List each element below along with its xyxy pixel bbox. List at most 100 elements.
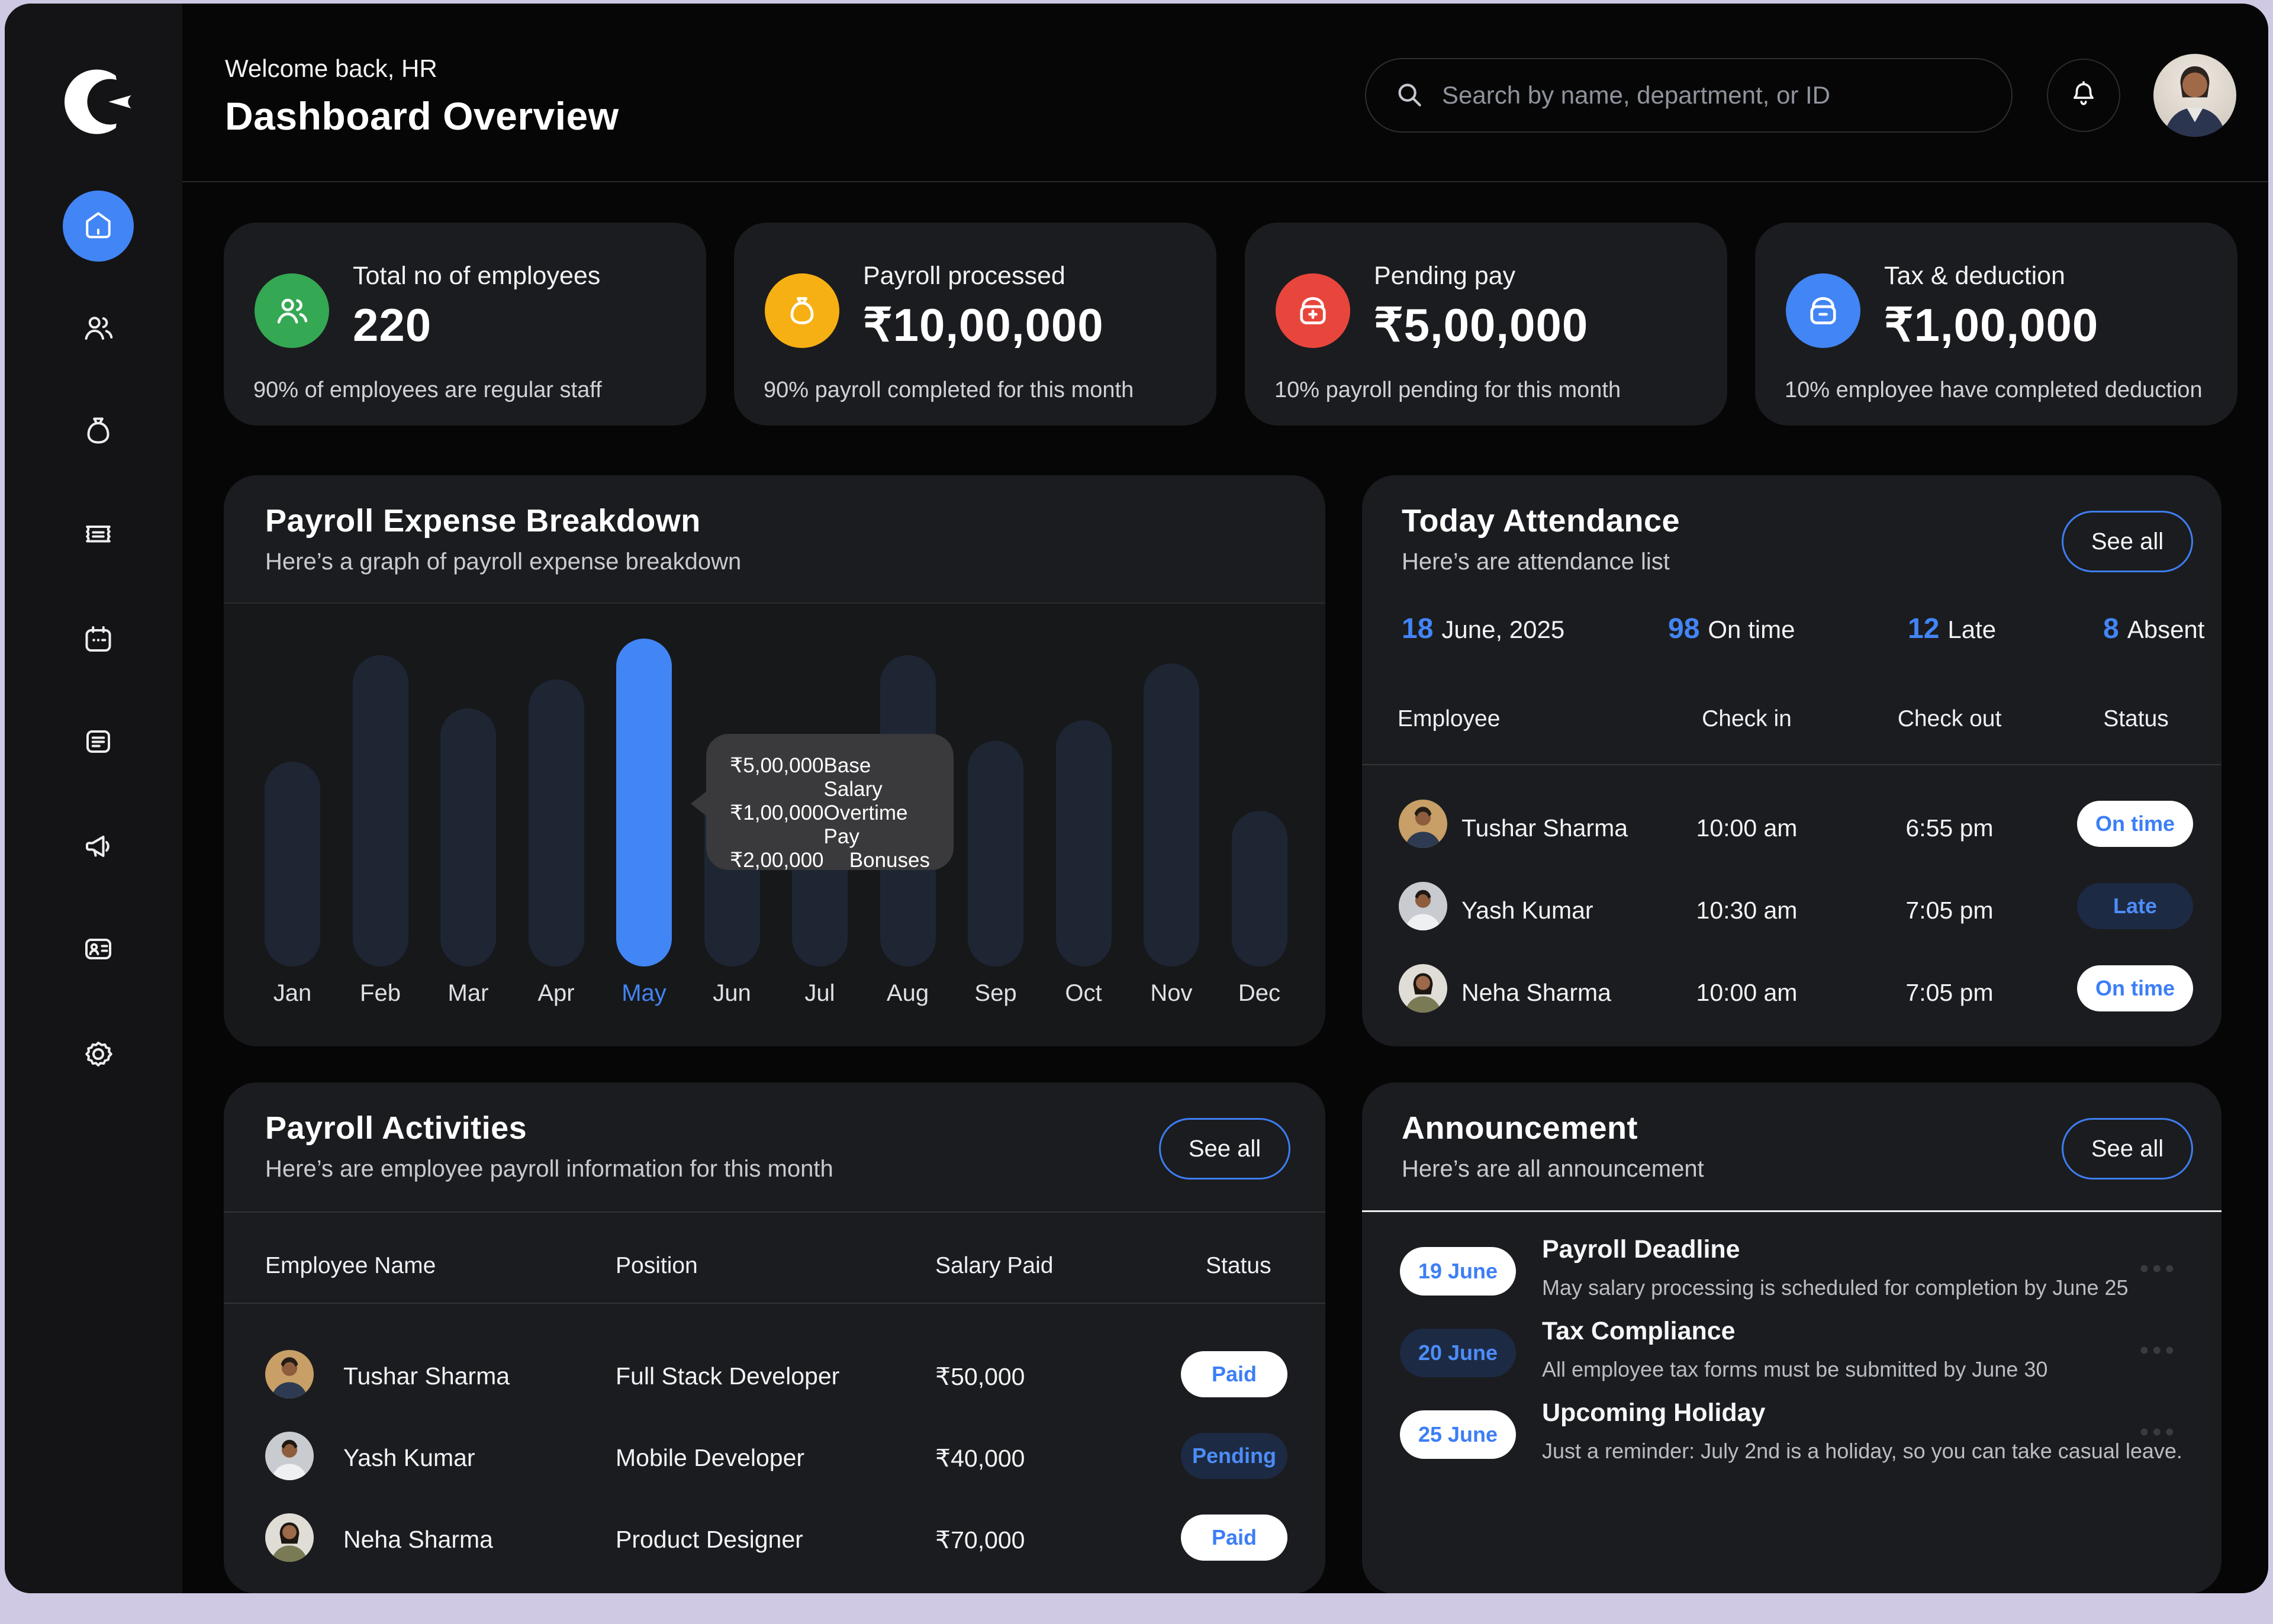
column-header: Salary Paid	[935, 1253, 1053, 1279]
sidebar-item-settings[interactable]	[63, 1020, 134, 1091]
employee-name: Yash Kumar	[343, 1444, 475, 1472]
stat-caption: 90% payroll completed for this month	[764, 378, 1134, 403]
stat-card-tax-deduction: Tax & deduction ₹1,00,000 10% employee h…	[1755, 223, 2237, 426]
announcement-item[interactable]: 25 June Upcoming Holiday Just a reminder…	[1400, 1394, 2184, 1470]
today-attendance-card: Today Attendance Here’s are attendance l…	[1362, 475, 2222, 1046]
column-header: Check in	[1694, 706, 1800, 732]
stat-title: Total no of employees	[353, 262, 600, 291]
section-title: Today Attendance	[1402, 502, 1680, 539]
announcement-title: Payroll Deadline	[1542, 1235, 1740, 1264]
sidebar-item-payroll[interactable]	[63, 396, 134, 467]
stat-caption: 10% employee have completed deduction	[1785, 378, 2203, 403]
announcement-card: Announcement Here’s are all announcement…	[1362, 1082, 2222, 1593]
sidebar-item-reports[interactable]	[63, 707, 134, 778]
announcement-see-all-button[interactable]: See all	[2062, 1118, 2193, 1180]
more-options-icon[interactable]: •••	[2140, 1254, 2178, 1284]
employee-avatar	[265, 1513, 314, 1562]
check-out-time: 7:05 pm	[1892, 897, 2007, 924]
chart-bar-feb[interactable]	[353, 655, 408, 966]
x-axis-label: Nov	[1127, 980, 1216, 1007]
employee-name: Tushar Sharma	[343, 1362, 510, 1390]
employee-name: Tushar Sharma	[1461, 814, 1628, 842]
x-axis-label: Jun	[688, 980, 777, 1007]
divider	[1362, 1210, 2222, 1212]
receipt-icon	[81, 516, 116, 555]
announcement-item[interactable]: 19 June Payroll Deadline May salary proc…	[1400, 1230, 2184, 1306]
chart-bar-sep[interactable]	[968, 741, 1023, 966]
app-window: Welcome back, HR Dashboard Overview Tota…	[5, 4, 2268, 1593]
x-axis-label: Sep	[951, 980, 1040, 1007]
money-bag-icon	[765, 273, 839, 348]
x-axis-label: Dec	[1215, 980, 1304, 1007]
sidebar-item-announcements[interactable]	[63, 812, 134, 883]
payroll-see-all-button[interactable]: See all	[1159, 1118, 1290, 1180]
employee-name: Neha Sharma	[343, 1526, 493, 1554]
column-header: Position	[616, 1253, 698, 1279]
position: Product Designer	[616, 1526, 803, 1554]
check-in-time: 10:30 am	[1694, 897, 1800, 924]
date-badge: 19 June	[1400, 1247, 1516, 1296]
employee-avatar	[265, 1350, 314, 1399]
more-options-icon[interactable]: •••	[2140, 1336, 2178, 1365]
stat-value: ₹1,00,000	[1884, 298, 2098, 352]
divider	[224, 1211, 1325, 1213]
divider	[1362, 764, 2222, 765]
column-header: Employee	[1398, 706, 1500, 732]
search-bar[interactable]	[1365, 58, 2013, 133]
stat-caption: 10% payroll pending for this month	[1274, 378, 1621, 403]
more-options-icon[interactable]: •••	[2140, 1417, 2178, 1447]
home-icon	[81, 207, 116, 246]
status-badge: Paid	[1181, 1351, 1287, 1397]
brand-logo-icon	[62, 65, 135, 138]
user-avatar[interactable]	[2153, 54, 2236, 137]
divider	[224, 1303, 1325, 1304]
stat-card-total-employees: Total no of employees 220 90% of employe…	[224, 223, 706, 426]
date-label: June, 2025	[1441, 616, 1564, 644]
tooltip-label: Base Salary	[824, 754, 930, 801]
sidebar-item-payslips[interactable]	[63, 500, 134, 571]
check-out-time: 6:55 pm	[1892, 814, 2007, 842]
chart-bar-jan[interactable]	[265, 762, 320, 966]
status-badge: Paid	[1181, 1515, 1287, 1561]
attendance-stat-late: 12 Late	[1908, 613, 1996, 645]
chart-tooltip: ₹5,00,000Base Salary ₹1,00,000Overtime P…	[706, 734, 954, 870]
announcement-title: Upcoming Holiday	[1542, 1399, 1765, 1428]
column-header: Status	[1206, 1253, 1271, 1279]
sidebar-item-calendar[interactable]	[63, 605, 134, 676]
id-card-icon	[81, 931, 116, 969]
payroll-expense-card: Payroll Expense Breakdown Here’s a graph…	[224, 475, 1325, 1046]
stat-number: 98	[1668, 613, 1699, 645]
search-input[interactable]	[1442, 81, 1985, 109]
chart-bar-oct[interactable]	[1056, 720, 1112, 966]
sidebar-item-home[interactable]	[63, 191, 134, 262]
tooltip-value: ₹2,00,000	[730, 849, 824, 872]
stat-number: 12	[1908, 613, 1939, 645]
notifications-button[interactable]	[2047, 59, 2120, 132]
section-subtitle: Here’s are attendance list	[1402, 549, 1670, 575]
status-badge: Late	[2077, 883, 2193, 929]
sidebar-item-employees[interactable]	[63, 294, 134, 365]
chart-bar-dec[interactable]	[1232, 811, 1287, 966]
x-axis-label: Oct	[1039, 980, 1128, 1007]
date-day: 18	[1402, 613, 1433, 645]
attendance-see-all-button[interactable]: See all	[2062, 511, 2193, 572]
section-title: Payroll Expense Breakdown	[265, 502, 701, 539]
chart-bar-mar[interactable]	[440, 708, 496, 966]
users-icon	[255, 273, 329, 348]
chart-bar-apr[interactable]	[529, 679, 584, 966]
chart-bar-may[interactable]	[616, 639, 672, 966]
gear-icon	[81, 1036, 116, 1075]
attendance-date: 18 June, 2025	[1402, 613, 1564, 645]
stat-title: Tax & deduction	[1884, 262, 2065, 291]
check-in-time: 10:00 am	[1694, 814, 1800, 842]
column-header: Check out	[1892, 706, 2007, 732]
chart-bar-nov[interactable]	[1144, 663, 1199, 966]
search-icon	[1392, 78, 1425, 114]
stat-title: Pending pay	[1374, 262, 1515, 291]
employee-name: Neha Sharma	[1461, 979, 1611, 1007]
sidebar-item-id-cards[interactable]	[63, 914, 134, 985]
header-divider	[182, 181, 2268, 182]
announcement-description: Just a reminder: July 2nd is a holiday, …	[1542, 1439, 2182, 1464]
announcement-item[interactable]: 20 June Tax Compliance All employee tax …	[1400, 1312, 2184, 1388]
attendance-stat-absent: 8 Absent	[2103, 613, 2204, 645]
